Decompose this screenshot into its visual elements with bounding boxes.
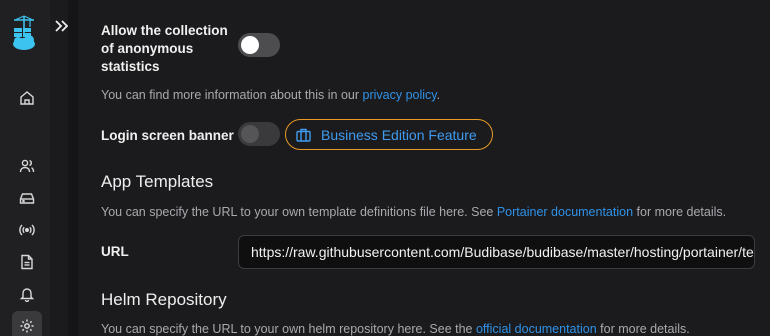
logs-icon[interactable] (16, 251, 38, 273)
anon-stats-label-line1: Allow the collection (101, 23, 228, 38)
anon-stats-label-line2: of anonymous (101, 41, 194, 56)
templates-url-input[interactable]: https://raw.githubusercontent.com/Budiba… (238, 235, 755, 269)
privacy-policy-link[interactable]: privacy policy (363, 88, 437, 102)
toggle-knob (241, 36, 259, 54)
privacy-text-suffix: . (436, 88, 441, 102)
toggle-knob (241, 125, 259, 143)
official-documentation-link[interactable]: official documentation (476, 322, 597, 336)
users-icon[interactable] (16, 155, 38, 177)
url-label: URL (101, 244, 129, 259)
app-templates-desc-suffix: for more details. (633, 205, 727, 219)
anon-stats-toggle[interactable] (238, 33, 280, 57)
privacy-text: You can find more information about this… (101, 88, 440, 102)
app-templates-desc-prefix: You can specify the URL to your own temp… (101, 205, 497, 219)
anon-stats-label: Allow the collection of anonymous statis… (101, 22, 228, 76)
portainer-documentation-link[interactable]: Portainer documentation (497, 205, 633, 219)
helm-repository-title: Helm Repository (101, 290, 227, 309)
app-templates-title: App Templates (101, 172, 214, 191)
login-banner-label: Login screen banner (101, 128, 234, 143)
login-banner-toggle[interactable] (238, 122, 280, 146)
helm-desc-suffix: for more details. (596, 322, 690, 336)
sidebar-divider (68, 0, 78, 336)
briefcase-icon (296, 128, 311, 142)
business-edition-badge[interactable]: Business Edition Feature (285, 119, 493, 150)
environments-icon[interactable] (16, 187, 38, 209)
registries-icon[interactable] (16, 219, 38, 241)
sidebar (0, 0, 50, 336)
helm-repository-description: You can specify the URL to your own helm… (101, 322, 690, 336)
logo-icon[interactable] (10, 14, 38, 52)
app-templates-description: You can specify the URL to your own temp… (101, 205, 726, 219)
settings-icon[interactable] (12, 311, 42, 336)
business-edition-label: Business Edition Feature (321, 126, 477, 143)
home-icon[interactable] (16, 87, 38, 109)
notifications-icon[interactable] (16, 283, 38, 305)
helm-desc-prefix: You can specify the URL to your own helm… (101, 322, 476, 336)
privacy-text-prefix: You can find more information about this… (101, 88, 363, 102)
anon-stats-label-line3: statistics (101, 59, 160, 74)
